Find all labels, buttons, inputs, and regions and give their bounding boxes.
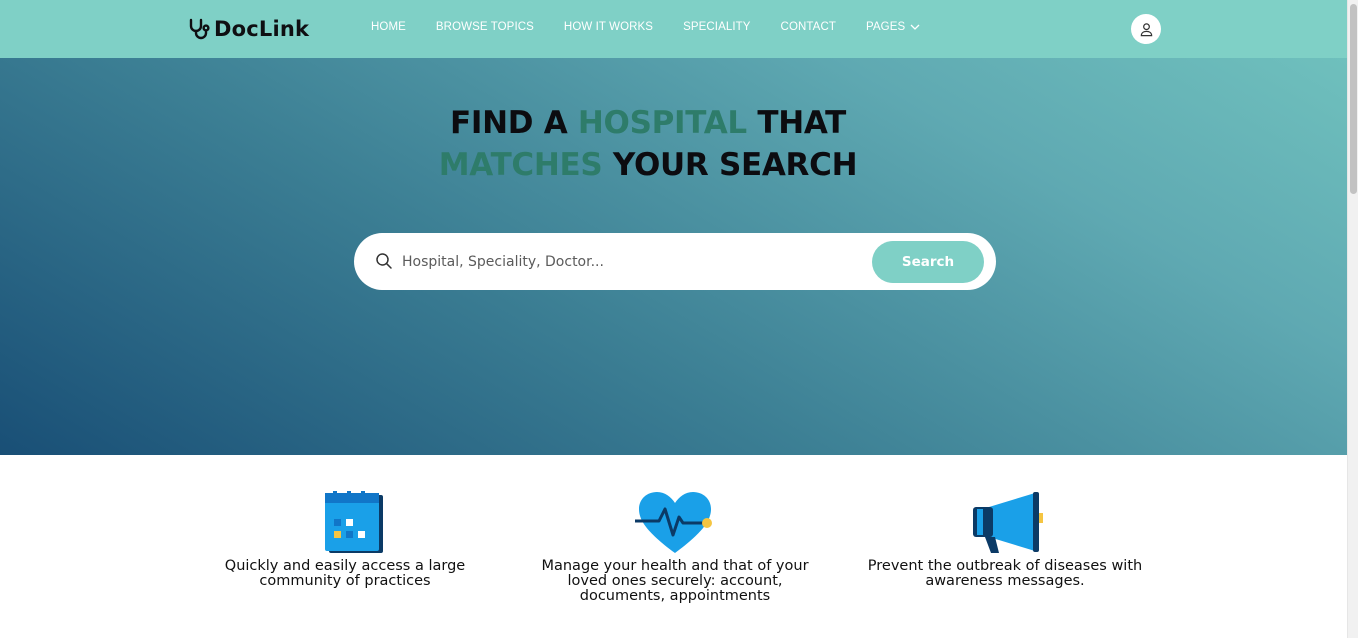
feature-text: Quickly and easily access a large commun… [224, 558, 466, 589]
stethoscope-icon [189, 18, 210, 40]
user-icon [1140, 22, 1152, 36]
features-section: Quickly and easily access a large commun… [0, 455, 1347, 638]
main-nav: HOME BROWSE TOPICS HOW IT WORKS SPECIALI… [371, 21, 950, 33]
hero-line-1: FIND A HOSPITAL THAT [450, 105, 846, 141]
search-input[interactable] [402, 247, 862, 277]
feature-health-management: Manage your health and that of your love… [527, 491, 823, 604]
page-scrollbar[interactable] [1347, 0, 1358, 638]
search-icon [376, 253, 392, 269]
hero-highlight-matches: MATCHES [438, 147, 603, 183]
navbar: DocLink HOME BROWSE TOPICS HOW IT WORKS … [0, 0, 1347, 58]
chevron-down-icon [910, 24, 920, 30]
search-button[interactable]: Search [872, 241, 984, 283]
brand-name: DocLink [214, 17, 310, 41]
feature-text: Prevent the outbreak of diseases with aw… [867, 558, 1143, 589]
search-bar: Search [354, 233, 996, 290]
hero-highlight-hospital: HOSPITAL [577, 105, 747, 141]
hero-text: THAT [746, 105, 846, 141]
nav-pages-label: PAGES [865, 21, 906, 33]
feature-practices: Quickly and easily access a large commun… [210, 491, 480, 589]
brand-logo[interactable]: DocLink [188, 14, 309, 44]
hero-title: FIND A HOSPITAL THAT MATCHES YOUR SEARCH [0, 102, 1296, 186]
user-account-button[interactable] [1131, 14, 1161, 44]
nav-how-it-works[interactable]: HOW IT WORKS [564, 21, 653, 33]
nav-home[interactable]: HOME [371, 21, 406, 33]
calendar-icon [325, 491, 383, 553]
nav-contact[interactable]: CONTACT [781, 21, 836, 33]
nav-browse-topics[interactable]: BROWSE TOPICS [436, 21, 534, 33]
feature-awareness: Prevent the outbreak of diseases with aw… [855, 491, 1155, 589]
hero-line-2: MATCHES YOUR SEARCH [438, 147, 858, 183]
megaphone-icon [973, 492, 1043, 553]
nav-pages-dropdown[interactable]: PAGES [866, 21, 920, 33]
scrollbar-thumb[interactable] [1350, 4, 1357, 194]
hero-section: FIND A HOSPITAL THAT MATCHES YOUR SEARCH… [0, 58, 1347, 455]
hero-text: YOUR SEARCH [602, 147, 858, 183]
heart-rate-icon [635, 492, 712, 553]
feature-text: Manage your health and that of your love… [541, 558, 809, 604]
nav-speciality[interactable]: SPECIALITY [683, 21, 750, 33]
hero-text: FIND A [450, 105, 578, 141]
